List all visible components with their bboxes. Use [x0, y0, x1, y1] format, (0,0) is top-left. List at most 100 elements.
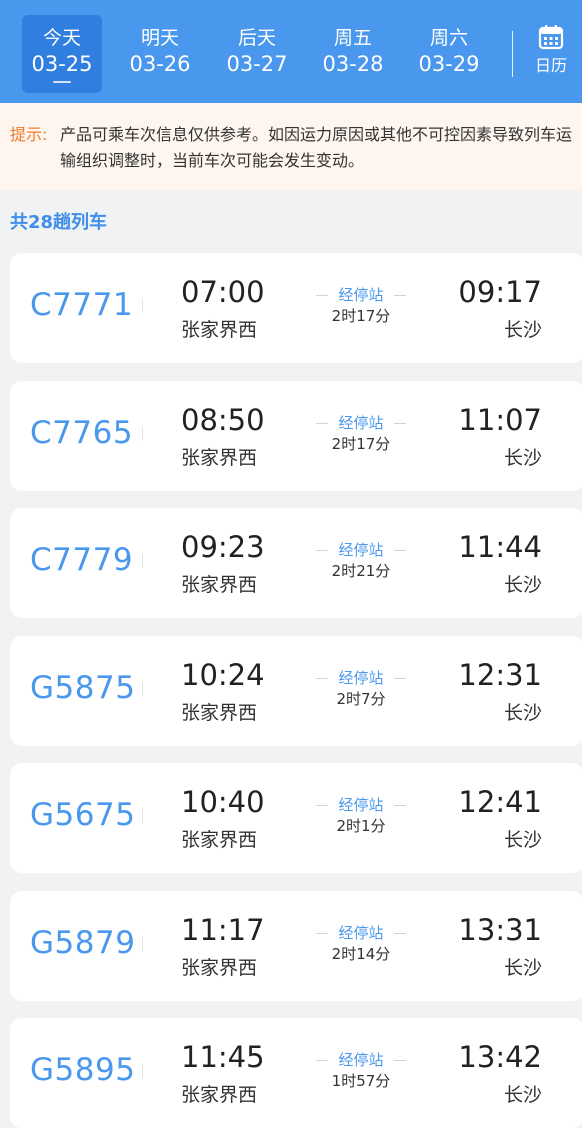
code-divider — [142, 554, 143, 568]
date-tab-date: 03-29 — [418, 52, 480, 76]
date-tab-date: 03-26 — [129, 52, 191, 76]
stops-label: 经停站 — [338, 414, 384, 432]
arrival-station: 长沙 — [503, 1084, 542, 1106]
route-info: 经停站 1时57分 — [310, 1050, 412, 1091]
stops-link[interactable]: 经停站 — [310, 1050, 412, 1070]
code-divider — [142, 427, 143, 441]
code-divider — [142, 809, 143, 823]
train-code: C7779 — [30, 542, 134, 578]
arrival-time: 12:31 — [458, 658, 542, 692]
date-tab-friday[interactable]: 周五 03-28 — [313, 15, 393, 93]
departure-station: 张家界西 — [181, 829, 258, 851]
code-divider — [142, 1064, 143, 1078]
departure-time: 09:23 — [181, 530, 265, 564]
route-info: 经停站 2时14分 — [310, 923, 412, 964]
train-card[interactable]: C7765 08:50 张家界西 经停站 2时17分 11:07 长沙 — [10, 381, 582, 491]
stops-link[interactable]: 经停站 — [310, 285, 412, 305]
stops-link[interactable]: 经停站 — [310, 795, 412, 815]
train-card[interactable]: C7779 09:23 张家界西 经停站 2时21分 11:44 长沙 — [10, 508, 582, 618]
stops-label: 经停站 — [338, 286, 384, 304]
arrival-station: 长沙 — [503, 574, 542, 596]
date-tab-today[interactable]: 今天 03-25 — [22, 15, 102, 93]
duration: 1时57分 — [331, 1072, 391, 1090]
code-divider — [142, 299, 143, 313]
train-card[interactable]: G5879 11:17 张家界西 经停站 2时14分 13:31 长沙 — [10, 891, 582, 1001]
route-info: 经停站 2时17分 — [310, 413, 412, 454]
train-count: 共28趟列车 — [10, 212, 108, 233]
arrival-time: 12:41 — [458, 785, 542, 819]
route-info: 经停站 2时21分 — [310, 540, 412, 581]
date-tab-weekday: 周六 — [429, 27, 468, 49]
date-tab-tomorrow[interactable]: 明天 03-26 — [120, 15, 200, 93]
departure-time: 10:40 — [181, 785, 265, 819]
arrival-time: 13:31 — [458, 913, 542, 947]
calendar-icon — [524, 24, 578, 50]
stops-label: 经停站 — [338, 1051, 384, 1069]
date-selector-bar: 今天 03-25 明天 03-26 后天 03-27 周五 03-28 周六 0… — [0, 0, 582, 103]
code-divider — [142, 682, 143, 696]
train-code: G5875 — [30, 670, 136, 706]
date-tab-date: 03-27 — [226, 52, 288, 76]
stops-link[interactable]: 经停站 — [310, 923, 412, 943]
duration: 2时17分 — [331, 307, 391, 325]
stops-label: 经停站 — [338, 796, 384, 814]
stops-link[interactable]: 经停站 — [310, 540, 412, 560]
train-card[interactable]: C7771 07:00 张家界西 经停站 2时17分 09:17 长沙 — [10, 253, 582, 363]
train-code: C7765 — [30, 415, 134, 451]
train-code: G5675 — [30, 797, 136, 833]
notice-banner: 提示: 产品可乘车次信息仅供参考。如因运力原因或其他不可控因素导致列车运输组织调… — [0, 103, 582, 190]
departure-station: 张家界西 — [181, 319, 258, 341]
calendar-button[interactable]: 日历 — [524, 24, 578, 84]
stops-link[interactable]: 经停站 — [310, 668, 412, 688]
code-divider — [142, 937, 143, 951]
arrival-station: 长沙 — [503, 447, 542, 469]
arrival-time: 11:07 — [458, 403, 542, 437]
departure-station: 张家界西 — [181, 1084, 258, 1106]
date-tab-date: 03-28 — [322, 52, 384, 76]
departure-station: 张家界西 — [181, 447, 258, 469]
train-code: G5895 — [30, 1052, 136, 1088]
arrival-station: 长沙 — [503, 702, 542, 724]
stops-label: 经停站 — [338, 541, 384, 559]
calendar-label: 日历 — [534, 56, 567, 75]
train-code: C7771 — [30, 287, 134, 323]
departure-time: 11:45 — [181, 1040, 265, 1074]
route-info: 经停站 2时1分 — [310, 795, 412, 836]
departure-station: 张家界西 — [181, 957, 258, 979]
active-tab-indicator — [53, 81, 71, 83]
date-tab-weekday: 周五 — [333, 27, 372, 49]
duration: 2时1分 — [336, 817, 386, 835]
arrival-time: 11:44 — [458, 530, 542, 564]
stops-label: 经停站 — [338, 924, 384, 942]
departure-time: 08:50 — [181, 403, 265, 437]
duration: 2时14分 — [331, 945, 391, 963]
date-tab-weekday: 今天 — [42, 27, 81, 49]
date-tab-saturday[interactable]: 周六 03-29 — [409, 15, 489, 93]
arrival-station: 长沙 — [503, 957, 542, 979]
duration: 2时17分 — [331, 435, 391, 453]
duration: 2时7分 — [336, 690, 386, 708]
train-card[interactable]: G5675 10:40 张家界西 经停站 2时1分 12:41 长沙 — [10, 763, 582, 873]
date-tab-day-after[interactable]: 后天 03-27 — [217, 15, 297, 93]
train-card[interactable]: G5875 10:24 张家界西 经停站 2时7分 12:31 长沙 — [10, 636, 582, 746]
stops-link[interactable]: 经停站 — [310, 413, 412, 433]
date-tab-weekday: 后天 — [237, 27, 276, 49]
train-card[interactable]: G5895 11:45 张家界西 经停站 1时57分 13:42 长沙 — [10, 1018, 582, 1128]
stops-label: 经停站 — [338, 669, 384, 687]
route-info: 经停站 2时17分 — [310, 285, 412, 326]
date-tab-weekday: 明天 — [140, 27, 179, 49]
departure-time: 11:17 — [181, 913, 265, 947]
notice-text: 产品可乘车次信息仅供参考。如因运力原因或其他不可控因素导致列车运输组织调整时，当… — [60, 125, 573, 170]
departure-station: 张家界西 — [181, 702, 258, 724]
departure-time: 07:00 — [181, 275, 265, 309]
duration: 2时21分 — [331, 562, 391, 580]
arrival-time: 13:42 — [458, 1040, 542, 1074]
route-info: 经停站 2时7分 — [310, 668, 412, 709]
train-code: G5879 — [30, 925, 136, 961]
notice-label: 提示: — [10, 125, 48, 144]
arrival-time: 09:17 — [458, 275, 542, 309]
calendar-divider — [512, 31, 513, 77]
departure-time: 10:24 — [181, 658, 265, 692]
departure-station: 张家界西 — [181, 574, 258, 596]
date-tab-date: 03-25 — [31, 52, 93, 76]
